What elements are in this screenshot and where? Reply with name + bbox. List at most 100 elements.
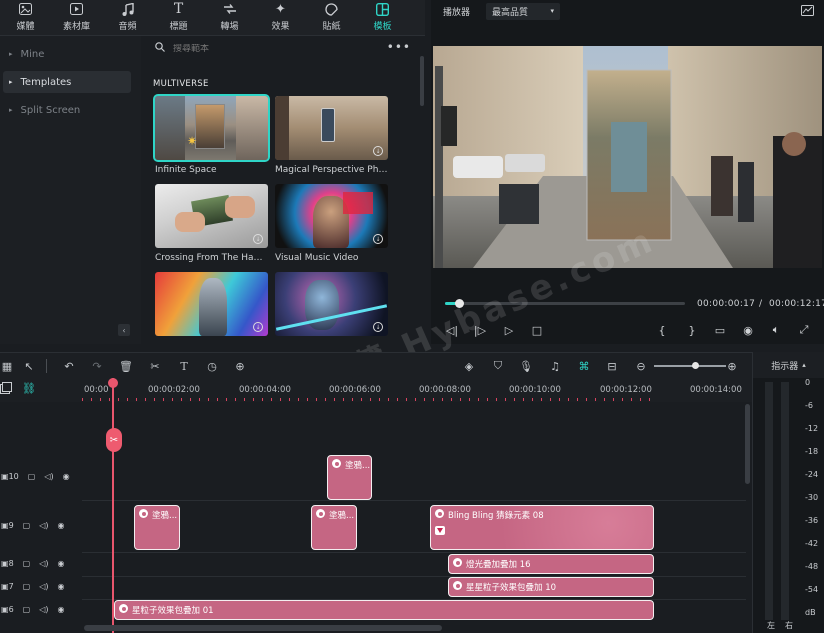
mark-in-button[interactable]: {: [655, 323, 669, 337]
eye-icon[interactable]: ◉: [58, 559, 65, 568]
layout-grid-button[interactable]: ▦: [0, 359, 14, 373]
audio-mix-button[interactable]: ♫: [548, 359, 562, 373]
more-options-icon[interactable]: •••: [387, 40, 411, 54]
marker-button[interactable]: ⛉: [491, 359, 505, 373]
fit-timeline-button[interactable]: ⊟: [605, 359, 619, 373]
meter-scale-label: -42: [805, 539, 819, 548]
snap-button[interactable]: ⌘: [577, 359, 591, 373]
mark-out-button[interactable]: }: [685, 323, 699, 337]
search-input[interactable]: [173, 43, 373, 54]
fullscreen-button[interactable]: ⤢: [797, 323, 811, 337]
select-tool-button[interactable]: ↖: [22, 359, 36, 373]
text-tool-button[interactable]: T: [177, 359, 191, 373]
eye-icon[interactable]: ◉: [58, 521, 65, 530]
tab-stock[interactable]: 素材庫: [51, 0, 102, 35]
collapse-sidebar-button[interactable]: ‹: [118, 324, 130, 336]
link-icon[interactable]: ⛓︎: [22, 382, 36, 395]
library-scrollbar[interactable]: [420, 56, 424, 106]
effects-icon: ✦: [275, 1, 286, 17]
template-card[interactable]: ↓ Visual Music Video: [275, 184, 389, 263]
track-type-icon: ▣9: [1, 521, 14, 530]
render-icon: ◈: [464, 359, 474, 373]
sidebar-item-templates[interactable]: ▸ Templates: [3, 71, 131, 93]
tab-transitions[interactable]: 轉場: [204, 0, 255, 35]
tab-stickers[interactable]: 貼紙: [306, 0, 357, 35]
zoom-out-icon: ⊖: [636, 359, 646, 373]
timeline-clip[interactable]: Bling Bling 猜錄元素 08: [430, 505, 654, 550]
download-icon[interactable]: ↓: [253, 322, 263, 332]
more-tools-button[interactable]: ⊕: [233, 359, 247, 373]
folder-icon[interactable]: ▢: [23, 559, 31, 568]
folder-icon[interactable]: ▢: [28, 472, 36, 481]
eye-icon[interactable]: ◉: [58, 605, 65, 614]
timeline-vertical-scrollbar[interactable]: [745, 404, 750, 484]
zoom-slider[interactable]: [654, 365, 726, 367]
playhead[interactable]: [112, 378, 114, 633]
stop-button[interactable]: □: [530, 323, 544, 337]
zoom-slider-handle[interactable]: [692, 362, 699, 369]
volume-button[interactable]: 🔈︎: [769, 323, 783, 337]
tab-audio[interactable]: 音頻: [102, 0, 153, 35]
meter-bar-left: [765, 382, 773, 620]
split-button[interactable]: ✂: [148, 359, 162, 373]
speaker-icon[interactable]: ◁): [44, 472, 53, 481]
template-card[interactable]: ↓ Magical Perspective Phon...: [275, 96, 389, 175]
timeline-clip[interactable]: 星粒子效果包疊加 01: [114, 600, 654, 620]
playhead-head[interactable]: [108, 378, 118, 388]
tab-media[interactable]: 媒體: [0, 0, 51, 35]
redo-button[interactable]: ↷: [90, 359, 104, 373]
download-icon[interactable]: ↓: [373, 234, 383, 244]
display-settings-button[interactable]: ▭: [713, 323, 727, 337]
playhead-split-handle[interactable]: ✂: [106, 428, 122, 452]
quality-dropdown[interactable]: 最高品質 ▾: [486, 2, 561, 20]
record-voice-button[interactable]: 🎙︎: [519, 359, 533, 373]
folder-icon[interactable]: ▢: [23, 582, 31, 591]
microphone-icon: 🎙︎: [519, 359, 533, 373]
track-header: ▣6 ▢ ◁) ◉: [0, 605, 82, 614]
template-card[interactable]: ↓: [155, 272, 269, 341]
render-button[interactable]: ◈: [462, 359, 476, 373]
folder-icon[interactable]: ▢: [23, 605, 31, 614]
zoom-out-button[interactable]: ⊖: [634, 359, 648, 373]
meter-scale-label: -12: [805, 424, 819, 433]
timeline-clip[interactable]: 塗鴉...: [311, 505, 357, 550]
download-icon[interactable]: ↓: [253, 234, 263, 244]
timeline-clip[interactable]: 星星粒子效果包疊加 10: [448, 577, 654, 597]
search-bar[interactable]: [155, 42, 373, 55]
eye-icon[interactable]: ◉: [63, 472, 70, 481]
ruler-label: 00:00:06:00: [329, 385, 381, 395]
track-divider: [82, 500, 746, 501]
timeline-horizontal-scrollbar[interactable]: [84, 625, 442, 631]
delete-button[interactable]: 🗑︎: [119, 359, 133, 373]
meter-left-label: 左: [767, 621, 775, 630]
meter-scale-label: -36: [805, 516, 819, 525]
template-card[interactable]: ↓ Crossing From The Hand 01: [155, 184, 269, 263]
timeline-clip[interactable]: 塗鴉...: [134, 505, 180, 550]
add-track-icon[interactable]: [0, 382, 12, 397]
timeline-clip[interactable]: 塗鴉...: [327, 455, 372, 500]
template-card[interactable]: ✷ Infinite Space: [153, 94, 270, 175]
folder-icon[interactable]: ▢: [23, 521, 31, 530]
track-type-icon: ▣10: [1, 472, 19, 481]
speaker-icon[interactable]: ◁): [39, 582, 48, 591]
speed-button[interactable]: ◷: [205, 359, 219, 373]
meter-header[interactable]: 指示器 ▴: [753, 352, 824, 378]
tab-titles[interactable]: T 標題: [153, 0, 204, 35]
waveform-scope-icon[interactable]: [801, 5, 814, 19]
speaker-icon[interactable]: ◁): [39, 605, 48, 614]
tab-templates[interactable]: 模板: [357, 0, 408, 35]
timeline-clip[interactable]: 燈光疊加疊加 16: [448, 554, 654, 574]
sidebar-item-mine[interactable]: ▸ Mine: [3, 43, 131, 65]
media-icon: [19, 2, 33, 16]
eye-icon[interactable]: ◉: [58, 582, 65, 591]
download-icon[interactable]: ↓: [373, 146, 383, 156]
zoom-in-button[interactable]: ⊕: [725, 359, 739, 373]
speaker-icon[interactable]: ◁): [39, 521, 48, 530]
sidebar-item-split-screen[interactable]: ▸ Split Screen: [3, 99, 131, 121]
snapshot-button[interactable]: ◉: [741, 323, 755, 337]
tab-effects[interactable]: ✦ 效果: [255, 0, 306, 35]
ruler-label: 00:00: [84, 385, 109, 395]
undo-button[interactable]: ↶: [62, 359, 76, 373]
speaker-icon[interactable]: ◁): [39, 559, 48, 568]
template-card[interactable]: ↓: [275, 272, 389, 341]
